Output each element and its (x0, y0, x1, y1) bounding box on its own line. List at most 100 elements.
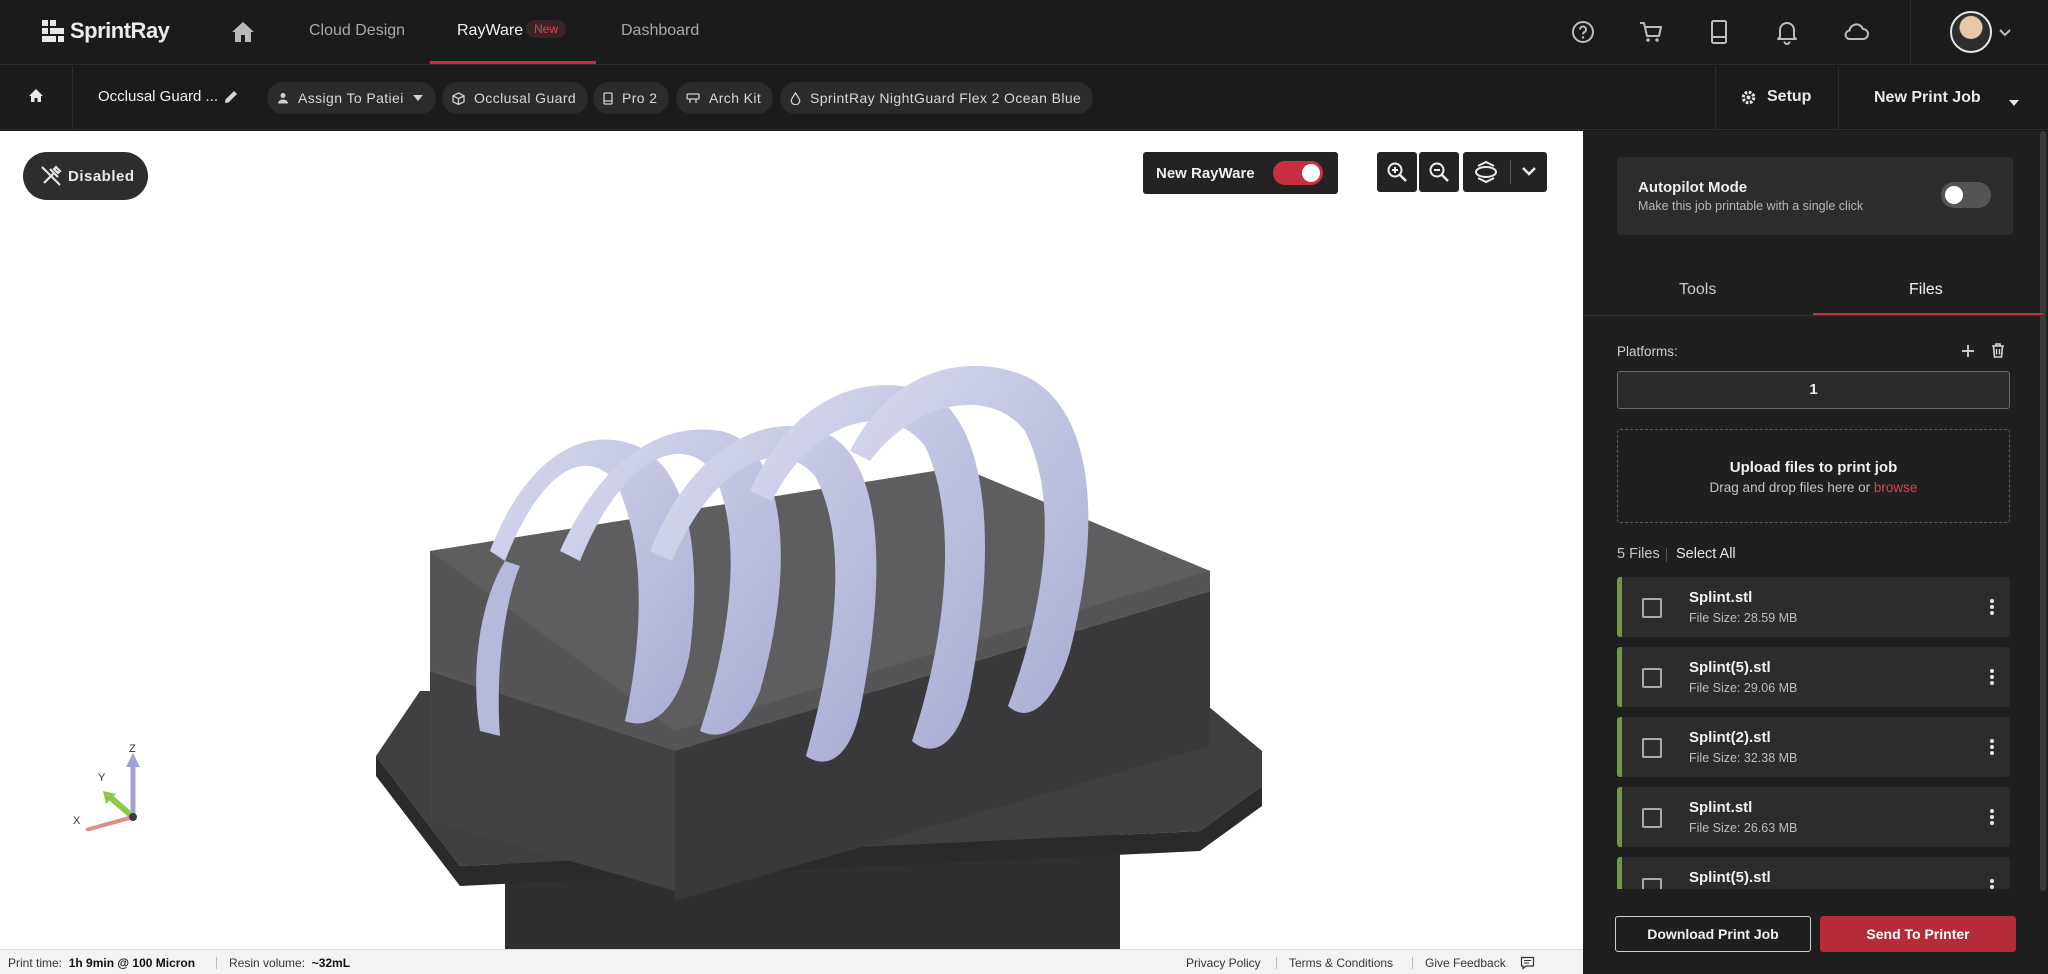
file-card[interactable]: Splint.stl File Size: 28.59 MB (1617, 577, 2010, 637)
download-print-job-button[interactable]: Download Print Job (1615, 916, 1811, 952)
notification-bell-icon[interactable] (1774, 19, 1800, 45)
arch-kit-chip[interactable]: Arch Kit (676, 82, 774, 114)
disabled-label: Disabled (68, 167, 135, 185)
privacy-policy-link[interactable]: Privacy Policy (1186, 956, 1261, 970)
file-checkbox[interactable] (1642, 668, 1662, 688)
file-card[interactable]: Splint.stl File Size: 26.63 MB (1617, 787, 2010, 847)
browse-link[interactable]: browse (1874, 480, 1918, 495)
zoom-in-button[interactable] (1377, 152, 1417, 192)
3d-viewport[interactable]: Disabled New RayWare Z Y X (0, 131, 1583, 949)
upload-title: Upload files to print job (1729, 459, 1898, 476)
setup-button[interactable]: Setup (1740, 88, 1811, 106)
cart-icon[interactable] (1638, 19, 1664, 45)
panel-scrollbar[interactable] (2040, 131, 2046, 891)
tab-active-indicator (1813, 313, 2043, 315)
divider (72, 66, 73, 130)
tab-tools[interactable]: Tools (1679, 281, 1716, 299)
zoom-out-icon (1429, 162, 1449, 182)
autopilot-subtitle: Make this job printable with a single cl… (1638, 199, 1864, 213)
nav-rayware[interactable]: RayWare (457, 22, 523, 40)
cloud-icon[interactable] (1842, 19, 1869, 45)
setup-label: Setup (1767, 88, 1812, 105)
file-checkbox[interactable] (1642, 598, 1662, 618)
resin-drop-icon (790, 91, 801, 105)
send-to-printer-button[interactable]: Send To Printer (1820, 916, 2016, 952)
axis-y-label: Y (98, 772, 106, 784)
axes-gizmo: Z Y X (73, 743, 140, 831)
zoom-out-button[interactable] (1419, 152, 1459, 192)
autopilot-toggle[interactable] (1941, 182, 1991, 208)
home-nav-icon[interactable] (230, 20, 256, 44)
new-badge: New (526, 20, 567, 38)
panel-tabs: Tools Files (1583, 266, 2043, 316)
logo-text: SprintRay (70, 18, 170, 43)
edit-pencil-icon[interactable] (222, 88, 240, 111)
more-vertical-icon[interactable] (1989, 597, 1995, 617)
chip-label: Pro 2 (622, 90, 658, 106)
chevron-down-icon (1522, 167, 1536, 176)
caret-down-icon (412, 94, 423, 101)
file-card[interactable]: Splint(2).stl File Size: 32.38 MB (1617, 717, 2010, 777)
file-checkbox[interactable] (1642, 808, 1662, 828)
autopilot-title: Autopilot Mode (1638, 179, 1748, 196)
file-name: Splint.stl (1689, 799, 1753, 816)
view-orientation-button[interactable] (1463, 152, 1547, 192)
file-checkbox[interactable] (1642, 878, 1662, 889)
platforms-label: Platforms: (1617, 344, 1678, 359)
nav-dashboard[interactable]: Dashboard (621, 22, 699, 40)
assign-patient-chip[interactable]: Assign To Patiei (267, 82, 436, 114)
more-vertical-icon[interactable] (1989, 667, 1995, 687)
axis-x-label: X (73, 815, 81, 827)
build-platform-scene (376, 365, 1262, 949)
more-vertical-icon[interactable] (1989, 807, 1995, 827)
printer-icon[interactable] (1706, 19, 1732, 45)
more-vertical-icon[interactable] (1989, 877, 1995, 889)
add-platform-icon[interactable] (1960, 343, 1976, 364)
give-feedback-link[interactable]: Give Feedback (1425, 956, 1506, 970)
print-time: Print time: 1h 9min @ 100 Micron (8, 956, 196, 970)
resin-chip[interactable]: SprintRay NightGuard Flex 2 Ocean Blue (780, 82, 1094, 114)
person-icon (278, 93, 288, 104)
divider (1276, 957, 1277, 969)
chevron-down-icon[interactable] (1998, 25, 2012, 43)
more-vertical-icon[interactable] (1989, 737, 1995, 757)
printer-chip[interactable]: Pro 2 (593, 82, 670, 114)
toggle-switch-on[interactable] (1273, 161, 1323, 185)
chip-label: Assign To Patiei (298, 90, 404, 106)
autopilot-card: Autopilot Mode Make this job printable w… (1617, 157, 2013, 235)
caret-down-icon[interactable] (2008, 94, 2020, 112)
file-name: Splint(2).stl (1689, 729, 1771, 746)
arch-kit-icon (686, 93, 700, 103)
file-checkbox[interactable] (1642, 738, 1662, 758)
file-card[interactable]: Splint(5).stl (1617, 857, 2010, 889)
divider (1666, 548, 1667, 562)
status-bar: Print time: 1h 9min @ 100 Micron Resin v… (0, 949, 1583, 974)
feedback-icon[interactable] (1520, 956, 1535, 970)
gear-icon (1741, 90, 1756, 104)
nav-cloud-design[interactable]: Cloud Design (309, 22, 405, 40)
file-card[interactable]: Splint(5).stl File Size: 29.06 MB (1617, 647, 2010, 707)
axis-z-label: Z (129, 743, 136, 755)
home-icon[interactable] (28, 88, 44, 109)
rotate-view-icon (1475, 160, 1497, 184)
nav-divider (1910, 0, 1911, 65)
delete-platform-icon[interactable] (1990, 342, 2006, 364)
new-print-job-button[interactable]: New Print Job (1874, 89, 1981, 107)
upload-dropzone[interactable]: Upload files to print job Drag and drop … (1617, 429, 2010, 523)
tools-disabled-icon (41, 165, 62, 186)
platforms-field[interactable]: 1 (1617, 371, 2010, 409)
select-all-button[interactable]: Select All (1676, 546, 1736, 562)
help-icon[interactable] (1570, 19, 1596, 45)
divider (1510, 160, 1511, 184)
job-title[interactable]: Occlusal Guard ... (98, 88, 218, 105)
new-rayware-toggle[interactable]: New RayWare (1143, 152, 1338, 194)
file-name: Splint.stl (1689, 589, 1753, 606)
tab-files[interactable]: Files (1909, 281, 1943, 299)
indication-chip[interactable]: Occlusal Guard (442, 82, 589, 114)
upload-subtitle: Drag and drop files here or browse (1709, 480, 1918, 495)
disabled-mode-button[interactable]: Disabled (23, 152, 148, 200)
sprintray-logo[interactable]: SprintRay (42, 18, 170, 44)
logo-mark-icon (42, 20, 64, 42)
user-avatar[interactable] (1950, 11, 1992, 53)
terms-link[interactable]: Terms & Conditions (1289, 956, 1393, 970)
